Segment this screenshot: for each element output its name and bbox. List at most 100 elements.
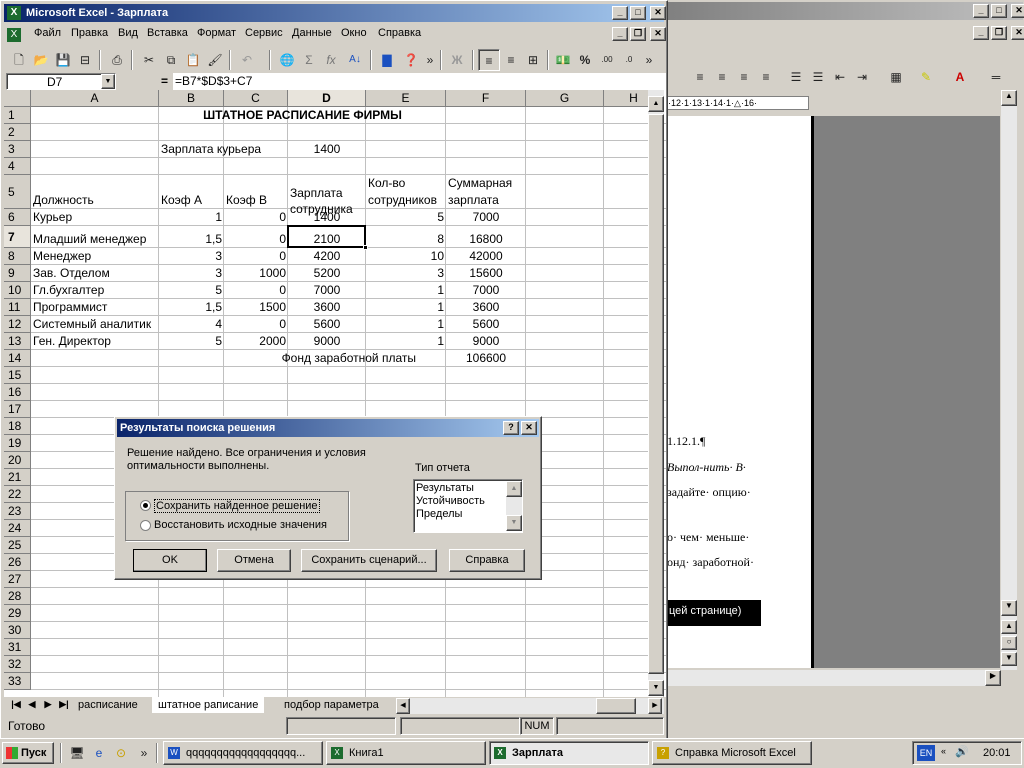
column-header[interactable]: G <box>526 90 604 107</box>
table-cell[interactable]: 1 <box>368 299 444 315</box>
excel-doc-icon[interactable]: X <box>7 28 21 42</box>
row-header[interactable]: 11 <box>4 299 31 316</box>
row-header[interactable]: 32 <box>4 656 31 673</box>
active-cell[interactable] <box>287 225 366 248</box>
column-header[interactable]: E <box>366 90 446 107</box>
table-cell[interactable]: 5600 <box>290 316 364 332</box>
menu-data[interactable]: Данные <box>292 27 332 39</box>
select-all-corner[interactable] <box>4 90 31 107</box>
row-header[interactable]: 14 <box>4 350 31 367</box>
row-header[interactable]: 28 <box>4 588 31 605</box>
cut-icon[interactable]: ✂ <box>138 49 160 71</box>
header-cell[interactable]: сотрудников <box>368 192 448 208</box>
radio-restore-values[interactable] <box>140 520 151 531</box>
table-cell[interactable]: Младший менеджер <box>33 231 157 247</box>
header-cell[interactable]: Коэф А <box>161 192 226 208</box>
autosum-icon[interactable]: Σ <box>298 49 320 71</box>
cell[interactable]: Зарплата курьера <box>161 141 291 157</box>
table-cell[interactable]: Системный аналитик <box>33 316 157 332</box>
volume-icon[interactable]: 🔊 <box>955 745 969 758</box>
table-cell[interactable]: 0 <box>226 248 286 264</box>
table-cell[interactable]: 1 <box>368 282 444 298</box>
table-cell[interactable]: 16800 <box>448 231 524 247</box>
row-header[interactable]: 30 <box>4 622 31 639</box>
header-cell[interactable]: зарплата <box>448 192 528 208</box>
row-header[interactable]: 33 <box>4 673 31 690</box>
table-cell[interactable]: 4200 <box>290 248 364 264</box>
header-cell[interactable]: Кол-во <box>368 175 448 191</box>
row-header[interactable]: 18 <box>4 418 31 435</box>
align-center-icon[interactable]: ≡ <box>500 49 522 71</box>
table-cell[interactable]: 5 <box>161 282 222 298</box>
header-cell[interactable]: Должность <box>33 192 161 208</box>
word-doc-minimize-button[interactable]: _ <box>973 26 989 40</box>
table-cell[interactable]: 7000 <box>448 209 524 225</box>
sheet-tab[interactable]: подбор параметра <box>278 697 385 713</box>
line-style-icon[interactable]: ═ <box>985 66 1007 88</box>
currency-icon[interactable]: 💵 <box>552 49 574 71</box>
row-header[interactable]: 27 <box>4 571 31 588</box>
save-scenario-button[interactable]: Сохранить сценарий... <box>301 549 437 572</box>
table-cell[interactable]: 7000 <box>290 282 364 298</box>
table-cell[interactable]: 3 <box>161 265 222 281</box>
bullet-list-icon[interactable]: ☰ <box>807 66 829 88</box>
name-box[interactable]: D7 ▼ <box>6 73 116 90</box>
v-scrollbar[interactable]: ▲ ▼ <box>648 90 664 696</box>
column-header[interactable]: C <box>224 90 288 107</box>
row-header[interactable]: 21 <box>4 469 31 486</box>
taskbar-salary[interactable]: X Зарплата <box>489 741 649 765</box>
fund-value[interactable]: 106600 <box>448 350 524 366</box>
column-header[interactable]: F <box>446 90 526 107</box>
chart-icon[interactable]: ▇ <box>376 49 398 71</box>
radio-keep-solution[interactable] <box>140 500 151 511</box>
word-doc-close-button[interactable]: ✕ <box>1011 26 1024 40</box>
menu-window[interactable]: Окно <box>341 27 367 39</box>
book-restore-button[interactable]: ❐ <box>630 27 646 41</box>
row-header[interactable]: 15 <box>4 367 31 384</box>
row-header[interactable]: 9 <box>4 265 31 282</box>
column-header[interactable]: A <box>31 90 159 107</box>
first-sheet-button[interactable]: |◀ <box>8 699 24 713</box>
ok-button[interactable]: OK <box>133 549 207 572</box>
table-cell[interactable]: 2000 <box>226 333 286 349</box>
sheet-tab[interactable]: расписание <box>72 697 144 713</box>
menu-edit[interactable]: Правка <box>71 27 108 39</box>
menu-view[interactable]: Вид <box>118 27 138 39</box>
radio-restore-label[interactable]: Восстановить исходные значения <box>154 519 327 531</box>
cell[interactable]: 1400 <box>290 141 364 157</box>
copy-icon[interactable]: ⧉ <box>160 49 182 71</box>
toolbar-options-icon[interactable]: » <box>642 49 656 71</box>
row-header[interactable]: 29 <box>4 605 31 622</box>
excel-minimize-button[interactable]: _ <box>612 6 628 20</box>
table-cell[interactable]: 1 <box>161 209 222 225</box>
chevron-down-icon[interactable]: ▼ <box>101 74 115 89</box>
help-button[interactable]: Справка <box>449 549 525 572</box>
list-item[interactable]: Устойчивость <box>416 495 485 507</box>
row-header[interactable]: 31 <box>4 639 31 656</box>
excel-maximize-button[interactable]: □ <box>630 6 646 20</box>
list-scrollbar[interactable]: ▲ ▼ <box>506 481 522 531</box>
row-header[interactable]: 2 <box>4 124 31 141</box>
menu-file[interactable]: Файл <box>34 27 61 39</box>
word-vscrollbar[interactable]: ▲ ▼ ▲ ○ ▼ <box>1001 90 1017 670</box>
header-cell[interactable]: Зарплата <box>290 185 368 201</box>
worksheet-grid[interactable]: A B C D E F G H 1 2 3 4 5 6 7 8 9 10 11 12 13 14 15 16 17 18 19 20 2… <box>4 90 666 698</box>
row-header[interactable]: 23 <box>4 503 31 520</box>
bold-icon[interactable]: Ж <box>446 49 468 71</box>
table-cell[interactable]: 5 <box>161 333 222 349</box>
sort-icon[interactable]: A↓ <box>344 49 366 71</box>
header-cell[interactable]: Коэф В <box>226 192 290 208</box>
list-item[interactable]: Результаты <box>416 482 474 494</box>
next-sheet-button[interactable]: ▶ <box>40 699 56 713</box>
permission-icon[interactable]: ⊟ <box>74 49 96 71</box>
tray-chevron-icon[interactable]: « <box>941 746 946 756</box>
table-cell[interactable]: 3600 <box>290 299 364 315</box>
table-cell[interactable]: 1,5 <box>161 299 222 315</box>
h-scrollbar[interactable]: ◀ ▶ <box>396 698 664 714</box>
table-cell[interactable]: 1,5 <box>161 231 222 247</box>
align-right-icon[interactable]: ≡ <box>733 66 755 88</box>
taskbar-help[interactable]: ? Справка Microsoft Excel <box>652 741 812 765</box>
table-cell[interactable]: 5200 <box>290 265 364 281</box>
table-cell[interactable]: 3 <box>161 248 222 264</box>
table-cell[interactable]: 0 <box>226 316 286 332</box>
